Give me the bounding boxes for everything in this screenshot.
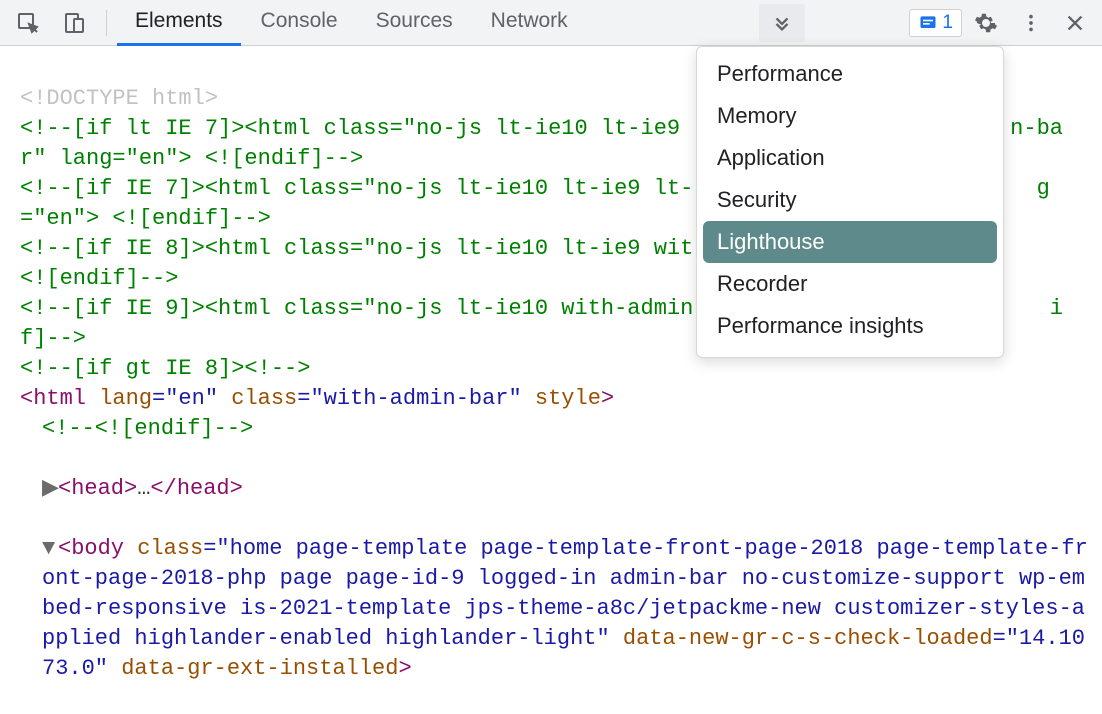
menu-item-recorder[interactable]: Recorder — [697, 263, 1003, 305]
issues-badge[interactable]: 1 — [909, 9, 962, 37]
inspect-element-icon[interactable] — [6, 4, 50, 42]
html-open-tag[interactable]: <html lang="en" class="with-admin-bar" s… — [20, 386, 614, 411]
tab-console[interactable]: Console — [243, 0, 356, 46]
comment-line: <!--[if gt IE 8]><!--> — [20, 356, 310, 381]
close-icon[interactable] — [1054, 4, 1096, 42]
tabs-overflow-menu: Performance Memory Application Security … — [696, 46, 1004, 358]
devtools-toolbar: Elements Console Sources Network 1 — [0, 0, 1102, 46]
kebab-menu-icon[interactable] — [1010, 4, 1052, 42]
settings-gear-icon[interactable] — [964, 4, 1008, 42]
device-toggle-icon[interactable] — [52, 4, 96, 42]
tab-network[interactable]: Network — [473, 0, 586, 46]
menu-item-performance[interactable]: Performance — [697, 53, 1003, 95]
body-element[interactable]: ▼<body class="home page-template page-te… — [20, 534, 1088, 684]
tab-sources[interactable]: Sources — [358, 0, 471, 46]
expand-arrow-icon[interactable]: ▶ — [42, 474, 58, 504]
menu-item-memory[interactable]: Memory — [697, 95, 1003, 137]
head-element[interactable]: ▶<head>…</head> — [20, 474, 1088, 504]
menu-item-application[interactable]: Application — [697, 137, 1003, 179]
divider — [106, 10, 107, 36]
menu-item-performance-insights[interactable]: Performance insights — [697, 305, 1003, 347]
collapse-arrow-icon[interactable]: ▼ — [42, 534, 58, 564]
more-tabs-button[interactable] — [759, 4, 805, 42]
issues-count: 1 — [942, 12, 953, 34]
doctype-line: <!DOCTYPE html> — [20, 86, 218, 111]
menu-item-lighthouse[interactable]: Lighthouse — [703, 221, 997, 263]
comment-line: <!--<![endif]--> — [42, 416, 253, 441]
menu-item-security[interactable]: Security — [697, 179, 1003, 221]
tab-elements[interactable]: Elements — [117, 0, 241, 46]
